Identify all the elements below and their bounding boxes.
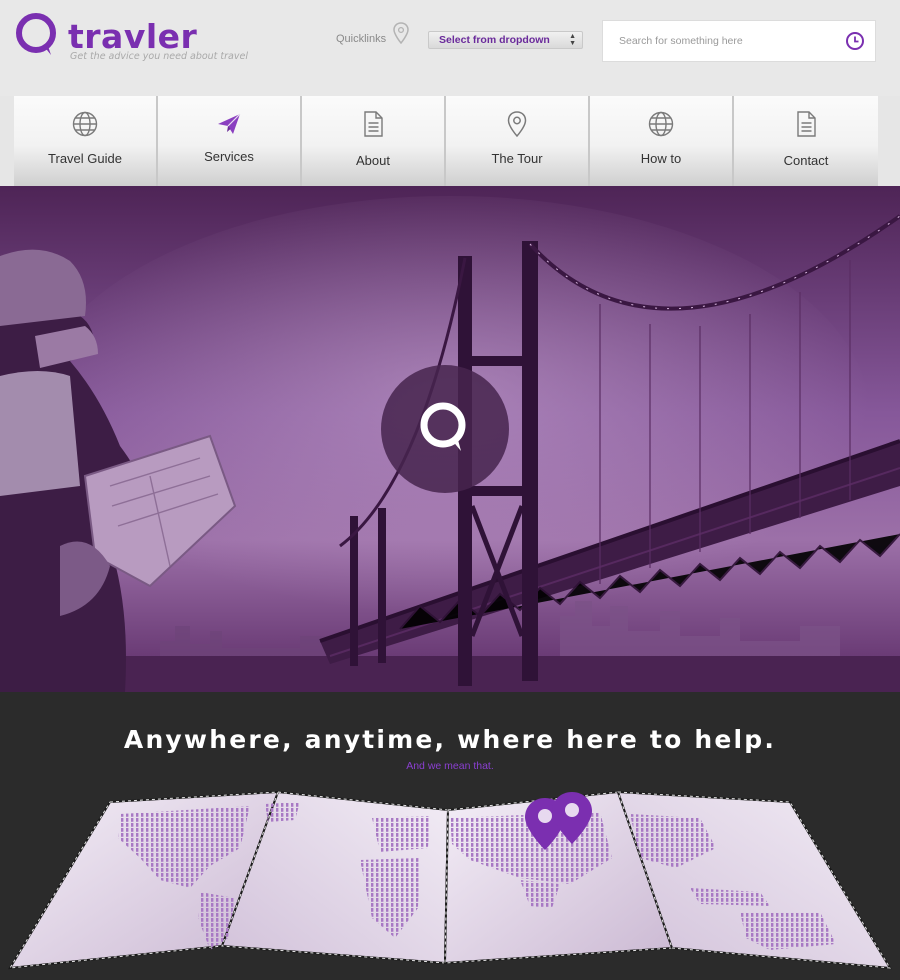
nav-label: About [356,153,390,168]
section-subtitle: And we mean that. [406,760,494,772]
globe-icon [72,111,98,137]
tagline-section: Anywhere, anytime, where here to help. A… [0,692,900,980]
folded-world-map-image [8,790,892,970]
globe-icon [648,111,674,137]
speech-bubble-logo-icon [16,13,56,55]
quicklinks-dropdown[interactable]: Select from dropdown ▲ ▼ [428,31,583,49]
nav-item-contact[interactable]: Contact [734,96,878,186]
nav-item-services[interactable]: Services [158,96,302,186]
dropdown-arrows-icon: ▲ ▼ [569,33,576,47]
nav-item-how-to[interactable]: How to [590,96,734,186]
section-title: Anywhere, anytime, where here to help. [123,725,777,754]
map-pin-icon [393,22,409,44]
search-input[interactable] [603,21,833,61]
nav-label: The Tour [491,151,543,166]
dropdown-selected-value: Select from dropdown [439,34,550,46]
document-icon [797,111,816,137]
clock-search-icon[interactable] [845,31,865,51]
nav-item-about[interactable]: About [302,96,446,186]
site-header: travler Get the advice you need about tr… [0,0,900,96]
hero-banner [0,186,900,692]
paper-plane-icon [218,113,241,134]
search-box [602,20,876,62]
nav-item-the-tour[interactable]: The Tour [446,96,590,186]
speech-bubble-logo-icon [420,402,466,451]
nav-label: Services [204,149,254,164]
nav-label: How to [640,151,682,166]
nav-label: Contact [783,153,829,168]
nav-label: Travel Guide [48,151,122,166]
brand-tagline: Get the advice you need about travel [70,51,248,62]
document-icon [364,111,383,137]
quicklinks-label: Quicklinks [336,33,387,45]
nav-item-travel-guide[interactable]: Travel Guide [14,96,158,186]
hero-logo-badge [381,365,509,493]
map-pin-icon [507,111,527,138]
main-nav: Travel Guide Services About The Tour How… [14,96,878,186]
site-logo[interactable]: travler Get the advice you need about tr… [14,12,254,64]
